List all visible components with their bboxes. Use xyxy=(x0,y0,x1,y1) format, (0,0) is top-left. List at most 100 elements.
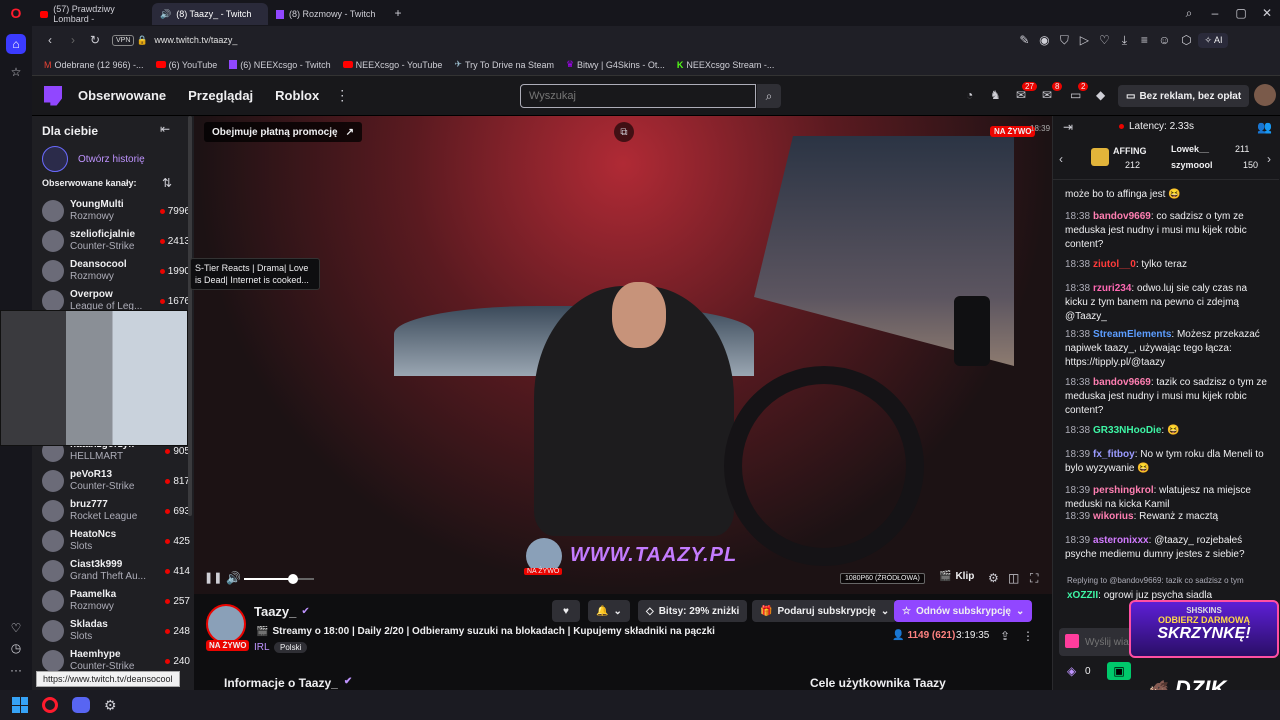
more-icon[interactable]: ··· xyxy=(6,662,26,678)
pause-icon[interactable]: ❚❚ xyxy=(204,571,222,584)
settings-taskbar-icon[interactable]: ⚙ xyxy=(104,697,117,714)
sidebar-channel[interactable]: Paamelka Rozmowy 257 xyxy=(42,586,190,616)
theatre-mode-icon[interactable]: ◫ xyxy=(1008,571,1019,585)
volume-icon[interactable]: 🔊 xyxy=(226,571,241,585)
url-field[interactable]: www.twitch.tv/taazy_ xyxy=(154,35,1014,45)
popout-icon[interactable]: ⧉ xyxy=(614,122,634,142)
browser-tab-1[interactable]: (57) Prawdziwy Lombard - xyxy=(32,3,148,25)
sidebar-channel[interactable]: Skladas Slots 248 xyxy=(42,616,190,646)
activity-icon[interactable]: ◔ xyxy=(966,88,973,102)
video-player[interactable]: Obejmuje płatną promocję ↗ ⧉ NA ŻYWO 18:… xyxy=(194,116,1052,594)
shield-icon[interactable]: ⛉ xyxy=(1054,33,1074,48)
chevron-right-icon[interactable]: › xyxy=(1267,152,1271,166)
sidebar-channel[interactable]: Deansocool Rozmowy 1990 xyxy=(42,256,190,286)
download-icon[interactable]: ⤓ xyxy=(1114,33,1134,48)
twitch-logo-icon[interactable] xyxy=(44,85,62,106)
sidebar-channel[interactable]: peVoR13 Counter-Strike 817 xyxy=(42,466,190,496)
profile-icon[interactable]: ☺ xyxy=(1154,33,1174,47)
promo-banner[interactable]: Obejmuje płatną promocję ↗ xyxy=(204,122,362,142)
extension-icon[interactable]: ⬡ xyxy=(1174,33,1198,47)
chat-user[interactable]: wikorius xyxy=(1093,511,1134,522)
clip-button[interactable]: 🎬 Klip xyxy=(939,571,974,582)
chat-user[interactable]: bandov9669 xyxy=(1093,211,1151,222)
more-vertical-icon[interactable]: ⋮ xyxy=(335,87,349,104)
edit-icon[interactable]: ✎ xyxy=(1014,33,1034,47)
notifications-bell-button[interactable]: 🔔 ⌄ xyxy=(588,600,630,622)
more-options-icon[interactable]: ⋮ xyxy=(1022,629,1034,643)
chat-user[interactable]: asteronixxx xyxy=(1093,535,1149,546)
sidebar-channel[interactable]: YoungMulti Rozmowy 7996 xyxy=(42,196,190,226)
chat-user[interactable]: StreamElements xyxy=(1093,329,1171,340)
bits-icon[interactable]: ◆ xyxy=(1096,88,1105,102)
collapse-sidebar-icon[interactable]: ⇤ xyxy=(160,122,170,136)
bookmark-item[interactable]: ✈ Try To Drive na Steam xyxy=(454,59,554,70)
close-icon[interactable]: ✕ xyxy=(1254,6,1280,20)
last-user[interactable]: xOZZII xyxy=(1067,590,1098,601)
home-icon[interactable]: ⌂ xyxy=(6,34,26,54)
settings-icon[interactable]: ⚙ xyxy=(988,571,999,585)
scrollbar[interactable] xyxy=(188,116,192,516)
notifications-icon[interactable]: ✉ xyxy=(1042,88,1052,102)
chat-user[interactable]: ziutol__0 xyxy=(1093,259,1136,270)
nav-browse[interactable]: Przeglądaj xyxy=(188,88,253,103)
bookmark-item[interactable]: K NEEXcsgo Stream -... xyxy=(677,60,775,70)
new-tab-icon[interactable]: + xyxy=(388,6,408,20)
maximize-icon[interactable]: ▢ xyxy=(1228,6,1254,20)
heart-outline-icon[interactable]: ♡ xyxy=(1094,33,1114,47)
streamer-avatar[interactable] xyxy=(206,604,246,644)
opera-taskbar-icon[interactable] xyxy=(42,697,58,713)
chat-user[interactable]: bandov9669 xyxy=(1093,377,1151,388)
windows-start-icon[interactable] xyxy=(12,697,28,713)
bits-button[interactable]: ◇ Bitsy: 29% zniżki xyxy=(638,600,748,622)
fullscreen-icon[interactable]: ⛶ xyxy=(1030,571,1038,586)
play-icon[interactable]: ▷ xyxy=(1074,33,1094,47)
chat-user[interactable]: rzuri234 xyxy=(1093,283,1131,294)
collapse-chat-icon[interactable]: ⇥ xyxy=(1063,120,1073,134)
share-icon[interactable]: ⇪ xyxy=(1000,629,1010,643)
nav-followed[interactable]: Obserwowane xyxy=(78,88,166,103)
crown-icon[interactable]: ♞ xyxy=(990,88,1001,102)
bookmark-item[interactable]: (6) YouTube xyxy=(155,60,217,70)
stream-category[interactable]: IRL xyxy=(254,642,270,653)
resub-button[interactable]: ☆ Odnów subskrypcję ⌄ xyxy=(894,600,1033,622)
search-icon[interactable]: ⌕ xyxy=(757,84,781,108)
bookmark-item[interactable]: NEEXcsgo - YouTube xyxy=(342,60,442,70)
chat-reward-icon[interactable]: ▣ xyxy=(1107,662,1131,680)
heart-icon[interactable]: ♡ xyxy=(6,620,26,636)
sort-icon[interactable]: ⇅ xyxy=(162,176,172,190)
bookmark-item[interactable]: (6) NEEXcsgo - Twitch xyxy=(229,60,331,70)
nav-roblox[interactable]: Roblox xyxy=(275,88,319,103)
ad-free-button[interactable]: ▭ Bez reklam, bez opłat xyxy=(1118,85,1250,107)
streamer-name[interactable]: Taazy_ ✔ xyxy=(254,604,310,619)
reload-icon[interactable]: ↻ xyxy=(84,33,106,47)
chat-user[interactable]: GR33NHooDie xyxy=(1093,425,1161,436)
star-icon[interactable]: ☆ xyxy=(6,62,26,82)
forward-icon[interactable]: › xyxy=(62,33,84,47)
follow-heart-button[interactable]: ♥ xyxy=(552,600,580,622)
users-icon[interactable]: 👥 xyxy=(1257,120,1272,134)
volume-knob[interactable] xyxy=(288,574,298,584)
channel-points-icon[interactable]: ◈ xyxy=(1067,664,1076,678)
sidebar-channel[interactable]: szelioficjalnie Counter-Strike 2413 xyxy=(42,226,190,256)
quality-badge[interactable]: 1080P60 (ŹRÓDŁOWA) xyxy=(840,573,925,584)
gift-sub-button[interactable]: 🎁 Podaruj subskrypcję ⌄ xyxy=(752,600,898,622)
discord-taskbar-icon[interactable] xyxy=(72,697,90,713)
camera-icon[interactable]: ◉ xyxy=(1034,33,1054,47)
search-tabs-icon[interactable]: ⌕ xyxy=(1176,6,1202,21)
browser-tab-2[interactable]: 🔊 (8) Taazy_ - Twitch xyxy=(152,3,268,25)
history-icon[interactable]: ◷ xyxy=(6,640,26,656)
bookmark-item[interactable]: M Odebrane (12 966) -... xyxy=(44,60,144,70)
vpn-badge[interactable]: VPN xyxy=(112,34,135,46)
shskins-promo[interactable]: SHSKINS ODBIERZ DARMOWĄ SKRZYNKĘ! xyxy=(1129,600,1279,658)
sidebar-channel[interactable]: HeatoNcs Slots 425 xyxy=(42,526,190,556)
back-icon[interactable]: ‹ xyxy=(38,33,62,47)
ai-button[interactable]: ✧ AI xyxy=(1198,32,1229,48)
bookmark-item[interactable]: ♛ Bitwy | G4Skins - Ot... xyxy=(566,59,665,70)
chat-user[interactable]: fx_fitboy xyxy=(1093,449,1135,460)
search-input[interactable] xyxy=(520,84,756,108)
volume-slider[interactable] xyxy=(244,574,314,584)
sidebar-channel[interactable]: bruz777 Rocket League 693 xyxy=(42,496,190,526)
minimize-icon[interactable]: – xyxy=(1202,6,1228,20)
chevron-left-icon[interactable]: ‹ xyxy=(1059,152,1063,166)
opera-logo-icon[interactable]: O xyxy=(0,5,32,21)
